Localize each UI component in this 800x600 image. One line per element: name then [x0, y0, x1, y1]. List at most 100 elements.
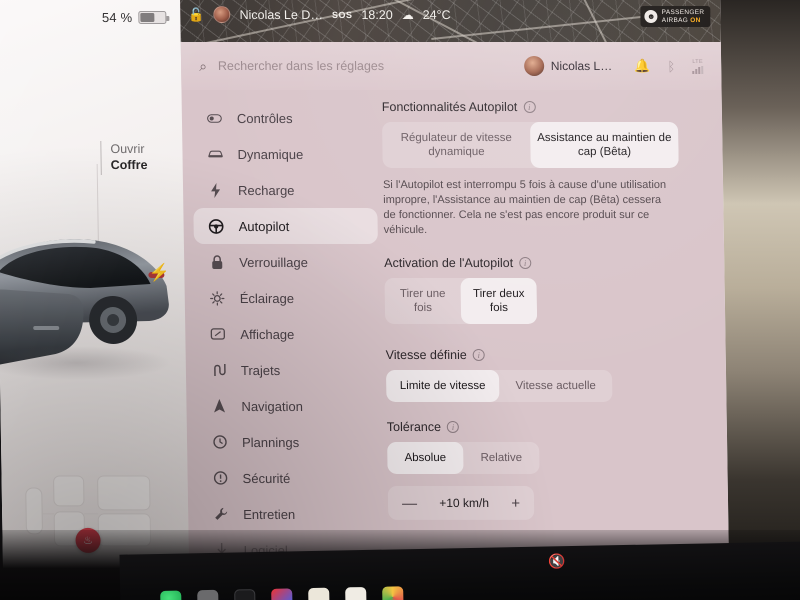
sidebar-item-label: Affichage — [240, 326, 295, 342]
info-icon[interactable]: i — [446, 420, 460, 433]
sos-button[interactable]: SOS — [332, 9, 353, 19]
sidebar-item-label: Contrôles — [236, 110, 293, 126]
settings-panel: 🔓 Nicolas Le D… SOS 18:20 ☁ 24°C ☻ PASSE… — [180, 0, 730, 584]
camera-app-icon[interactable] — [197, 589, 219, 600]
section-title: Tolérance — [386, 419, 442, 434]
trunk-open-control[interactable]: Ouvrir Coffre — [100, 140, 148, 175]
bell-icon[interactable]: 🔔 — [634, 58, 650, 74]
volume-mute-icon[interactable]: 🔇 — [548, 553, 566, 570]
car-icon — [206, 149, 223, 159]
autopilot-features-section: Fonctionnalités Autopilot i Régulateur d… — [382, 100, 704, 238]
sidebar-item-verrouillage[interactable]: Verrouillage — [194, 244, 379, 280]
sidebar-item-label: Autopilot — [238, 218, 290, 234]
calculator-app-icon[interactable] — [345, 586, 367, 600]
signal-label: LTE — [692, 58, 703, 65]
bluetooth-icon[interactable]: ᛒ — [667, 58, 675, 73]
plus-icon[interactable]: + — [511, 494, 520, 511]
option-limite-de-vitesse[interactable]: Limite de vitesse — [385, 369, 500, 402]
avatar[interactable] — [213, 5, 231, 23]
autopilot-features-title-row: Fonctionnalités Autopilot i — [382, 100, 702, 114]
tolerance-stepper: — +10 km/h + — [387, 485, 535, 520]
sidebar-item-plannings[interactable]: Plannings — [197, 424, 382, 460]
display-icon — [209, 328, 226, 340]
sidebar-item-trajets[interactable]: Trajets — [196, 352, 381, 388]
option-tirer-deux-fois[interactable]: Tirer deux fois — [460, 277, 538, 324]
autopilot-activation-title-row: Activation de l'Autopilot i — [384, 256, 704, 270]
photos-app-icon[interactable] — [382, 586, 404, 600]
info-icon[interactable]: i — [472, 348, 485, 361]
notes-app-icon[interactable] — [308, 587, 330, 600]
sidebar-item-affichage[interactable]: Affichage — [195, 316, 380, 352]
sidebar-item-navigation[interactable]: Navigation — [196, 388, 381, 424]
sidebar-item-autopilot[interactable]: Autopilot — [193, 207, 378, 244]
sidebar-item-entretien[interactable]: Entretien — [198, 496, 383, 532]
option-assistance-maintien-cap[interactable]: Assistance au maintien de cap (Bêta) — [530, 121, 679, 168]
sidebar-item-label: Plannings — [241, 434, 300, 450]
route-icon — [210, 363, 227, 377]
airbag-state: ON — [690, 16, 701, 24]
option-vitesse-actuelle[interactable]: Vitesse actuelle — [499, 370, 613, 402]
car-illustration — [0, 239, 169, 369]
navigation-app-icon[interactable] — [271, 588, 293, 600]
sidebar-item-securite[interactable]: Sécurité — [197, 460, 382, 496]
tolerance-section: Tolérance i Absolue Relative — +10 km/h … — [387, 420, 709, 520]
search-input[interactable] — [217, 58, 524, 73]
set-speed-title-row: Vitesse définie i — [386, 348, 706, 362]
sidebar-item-controles[interactable]: Contrôles — [192, 100, 377, 136]
sidebar-item-recharge[interactable]: Recharge — [193, 172, 378, 208]
minus-icon[interactable]: — — [402, 494, 417, 511]
battery-percent-label: 54 % — [101, 9, 133, 25]
option-absolue[interactable]: Absolue — [387, 441, 464, 474]
vehicle-panel: 54 % Ouvrir Coffre ⚡ — [0, 0, 190, 584]
search-icon: ⌕ — [198, 57, 208, 74]
section-title: Fonctionnalités Autopilot — [381, 99, 518, 114]
battery-icon — [138, 10, 167, 24]
trunk-target-label: Coffre — [110, 157, 148, 172]
status-tray: 🔔 ᛒ LTE — [634, 58, 704, 74]
sidebar-item-label: Sécurité — [242, 470, 291, 486]
unlock-icon[interactable]: 🔓 — [188, 6, 204, 22]
account-name-label: Nicolas L… — [550, 58, 613, 73]
set-speed-segmented-control: Limite de vitesse Vitesse actuelle — [385, 369, 613, 402]
autopilot-features-segmented-control: Régulateur de vitesse dynamique Assistan… — [382, 121, 679, 168]
map-status-strip[interactable]: 🔓 Nicolas Le D… SOS 18:20 ☁ 24°C ☻ PASSE… — [180, 0, 721, 42]
temperature-label: 24°C — [422, 7, 451, 22]
section-title: Vitesse définie — [385, 347, 467, 362]
clock-label: 18:20 — [361, 7, 393, 22]
sidebar-item-label: Navigation — [241, 398, 304, 414]
charge-bolt-icon: ⚡ — [148, 262, 170, 282]
sidebar-item-eclairage[interactable]: Éclairage — [194, 280, 379, 316]
info-icon[interactable]: i — [523, 100, 536, 113]
phone-app-icon[interactable] — [160, 590, 182, 600]
menu-app-icon[interactable] — [234, 589, 256, 600]
sidebar-item-label: Verrouillage — [239, 254, 308, 270]
tolerance-value: +10 km/h — [439, 495, 490, 510]
info-icon[interactable]: i — [519, 256, 532, 269]
autopilot-settings-content: Fonctionnalités Autopilot i Régulateur d… — [382, 100, 709, 538]
bolt-icon — [207, 182, 224, 198]
account-chip[interactable]: Nicolas L… — [523, 55, 613, 76]
section-title: Activation de l'Autopilot — [384, 255, 514, 270]
autopilot-activation-segmented-control: Tirer une fois Tirer deux fois — [384, 277, 538, 324]
signal-bars-icon[interactable]: LTE — [692, 58, 704, 74]
battery-indicator[interactable]: 54 % — [102, 10, 167, 25]
tolerance-title-row: Tolérance i — [387, 420, 707, 434]
settings-sidebar: Contrôles Dynamique Recharge Autopilot V… — [192, 100, 383, 568]
navigation-arrow-icon — [210, 398, 227, 413]
option-tirer-une-fois[interactable]: Tirer une fois — [384, 278, 461, 324]
tolerance-segmented-control: Absolue Relative — [387, 441, 540, 474]
vehicle-render[interactable]: ⚡ — [0, 228, 212, 408]
sidebar-item-label: Entretien — [243, 506, 296, 522]
sidebar-item-label: Recharge — [237, 182, 295, 198]
airbag-line2: AIRBAG — [661, 16, 689, 24]
alert-circle-icon — [211, 471, 228, 485]
option-relative[interactable]: Relative — [463, 442, 540, 474]
sidebar-item-dynamique[interactable]: Dynamique — [192, 136, 377, 172]
status-bar: 🔓 Nicolas Le D… SOS 18:20 ☁ 24°C — [188, 5, 451, 23]
sun-icon — [209, 290, 226, 306]
sidebar-item-label: Dynamique — [237, 146, 304, 162]
tesla-touchscreen: 54 % Ouvrir Coffre ⚡ 🔓 Nicolas Le D… SOS… — [0, 0, 730, 584]
option-regulateur-vitesse-dynamique[interactable]: Régulateur de vitesse dynamique — [382, 122, 531, 168]
driver-name-label: Nicolas Le D… — [239, 7, 324, 22]
trunk-action-label: Ouvrir — [110, 141, 145, 156]
